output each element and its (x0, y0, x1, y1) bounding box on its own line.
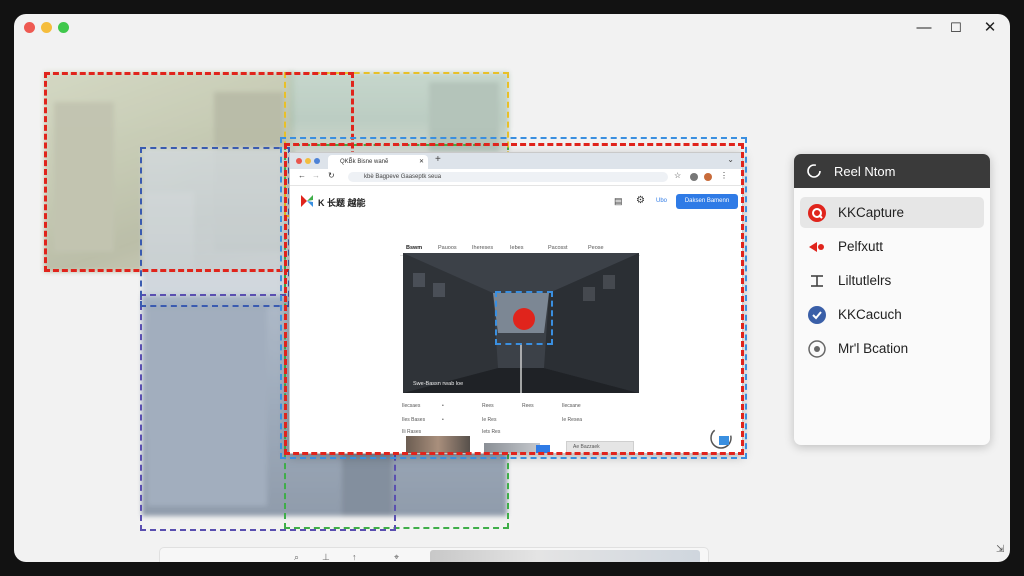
location-circle-icon (807, 339, 827, 359)
menu-item-liltutlelrs[interactable]: Liltutlelrs (800, 265, 984, 296)
refresh-icon (806, 163, 822, 179)
resize-grip-icon[interactable]: ⇲ (996, 544, 1004, 555)
search-icon[interactable]: ⌕ (294, 552, 299, 562)
menu-item-label: KKCapture (838, 205, 905, 220)
kkcapture-logo-icon (807, 203, 827, 223)
menu-item-kkcapture[interactable]: KKCapture (800, 197, 984, 228)
cursor-icon[interactable]: ⌖ (394, 552, 399, 562)
title-bar: — ☐ ✕ (14, 14, 1010, 42)
app-window: — ☐ ✕ QKB̃k Bisne wanẽ ✕ + ⌄ ← → ↻ kbè… (14, 14, 1010, 562)
menu-item-location[interactable]: Mr'l Bcation (800, 333, 984, 364)
minimize-icon[interactable]: — (914, 18, 934, 38)
pin-icon[interactable]: ⊥ (322, 552, 330, 562)
toolbar-preview-strip[interactable] (430, 550, 700, 562)
menu-header: Reel Ntom (794, 154, 990, 188)
red-arrow-icon (807, 237, 827, 257)
menu-item-label: Mr'l Bcation (838, 341, 909, 356)
capture-tool-menu: Reel Ntom KKCapture Pelfxutt Liltutlelrs (794, 154, 990, 445)
crop-bar-icon (807, 271, 827, 291)
pointer-icon[interactable]: ↑ (352, 552, 357, 562)
menu-item-pelfxutt[interactable]: Pelfxutt (800, 231, 984, 262)
maximize-icon[interactable]: ☐ (946, 18, 966, 38)
menu-item-kkcacuch[interactable]: KKCacuch (800, 299, 984, 330)
bottom-toolbar: ⌕ ⊥ ↑ ⌖ (159, 547, 709, 562)
minimize-traffic-light[interactable] (41, 22, 52, 33)
menu-header-label: Reel Ntom (834, 164, 896, 179)
close-traffic-light[interactable] (24, 22, 35, 33)
zoom-traffic-light[interactable] (58, 22, 69, 33)
menu-item-label: Liltutlelrs (838, 273, 892, 288)
menu-item-label: Pelfxutt (838, 239, 884, 254)
close-icon[interactable]: ✕ (980, 18, 1000, 38)
selection-rect-red-main[interactable] (284, 143, 744, 455)
check-circle-icon (807, 305, 827, 325)
selection-rect-blue-left[interactable] (140, 147, 290, 307)
menu-item-label: KKCacuch (838, 307, 902, 322)
